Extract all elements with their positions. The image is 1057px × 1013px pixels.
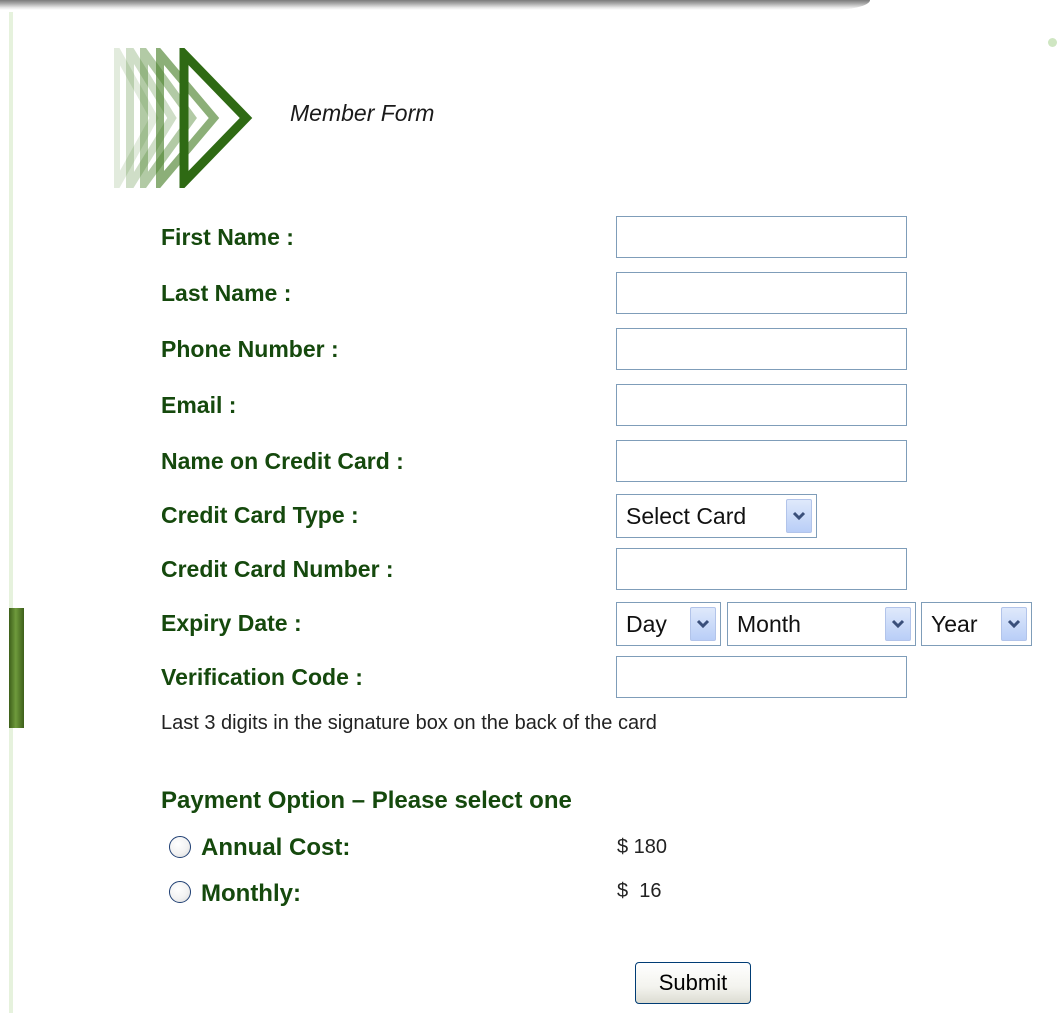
first-name-label: First Name :	[161, 224, 294, 250]
card-number-input[interactable]	[616, 548, 907, 590]
email-input[interactable]	[616, 384, 907, 426]
card-type-selected: Select Card	[626, 502, 747, 529]
chevron-down-icon	[891, 619, 905, 629]
monthly-price: $ 16	[617, 880, 662, 902]
expiry-day-selected: Day	[626, 610, 667, 637]
card-type-label: Credit Card Type :	[161, 502, 359, 528]
left-side-tab	[9, 608, 24, 728]
expiry-month-selected: Month	[737, 610, 801, 637]
verification-code-input[interactable]	[616, 656, 907, 698]
chevron-down-icon	[696, 619, 710, 629]
card-type-dropdown-button[interactable]	[786, 499, 812, 533]
card-name-input[interactable]	[616, 440, 907, 482]
expiry-year-select[interactable]: Year	[921, 602, 1032, 646]
green-chevron-logo-icon	[114, 48, 253, 188]
expiry-year-selected: Year	[931, 610, 978, 637]
first-name-input[interactable]	[616, 216, 907, 258]
card-name-label: Name on Credit Card :	[161, 448, 404, 474]
submit-button[interactable]: Submit	[635, 962, 751, 1004]
expiry-date-label: Expiry Date :	[161, 610, 302, 636]
payment-option-heading: Payment Option – Please select one	[161, 787, 572, 814]
annual-cost-radio[interactable]	[169, 836, 191, 858]
page-title: Member Form	[290, 100, 435, 126]
card-type-select[interactable]: Select Card	[616, 494, 817, 538]
expiry-month-dropdown-button[interactable]	[885, 607, 911, 641]
expiry-year-dropdown-button[interactable]	[1001, 607, 1027, 641]
expiry-day-select[interactable]: Day	[616, 602, 721, 646]
monthly-label: Monthly:	[201, 880, 301, 907]
left-border-line	[9, 12, 13, 1013]
verification-hint: Last 3 digits in the signature box on th…	[161, 712, 657, 734]
annual-cost-label: Annual Cost:	[201, 834, 351, 861]
expiry-month-select[interactable]: Month	[727, 602, 916, 646]
chevron-down-icon	[1007, 619, 1021, 629]
expiry-day-dropdown-button[interactable]	[690, 607, 716, 641]
monthly-radio[interactable]	[169, 881, 191, 903]
card-number-label: Credit Card Number :	[161, 556, 394, 582]
phone-number-input[interactable]	[616, 328, 907, 370]
chevron-down-icon	[792, 511, 806, 521]
email-label: Email :	[161, 392, 237, 418]
annual-cost-price: $ 180	[617, 836, 668, 858]
top-shadow-bar	[0, 0, 870, 10]
verification-code-label: Verification Code :	[161, 664, 363, 690]
phone-number-label: Phone Number :	[161, 336, 339, 362]
last-name-label: Last Name :	[161, 280, 292, 306]
last-name-input[interactable]	[616, 272, 907, 314]
corner-decoration	[1048, 38, 1057, 47]
